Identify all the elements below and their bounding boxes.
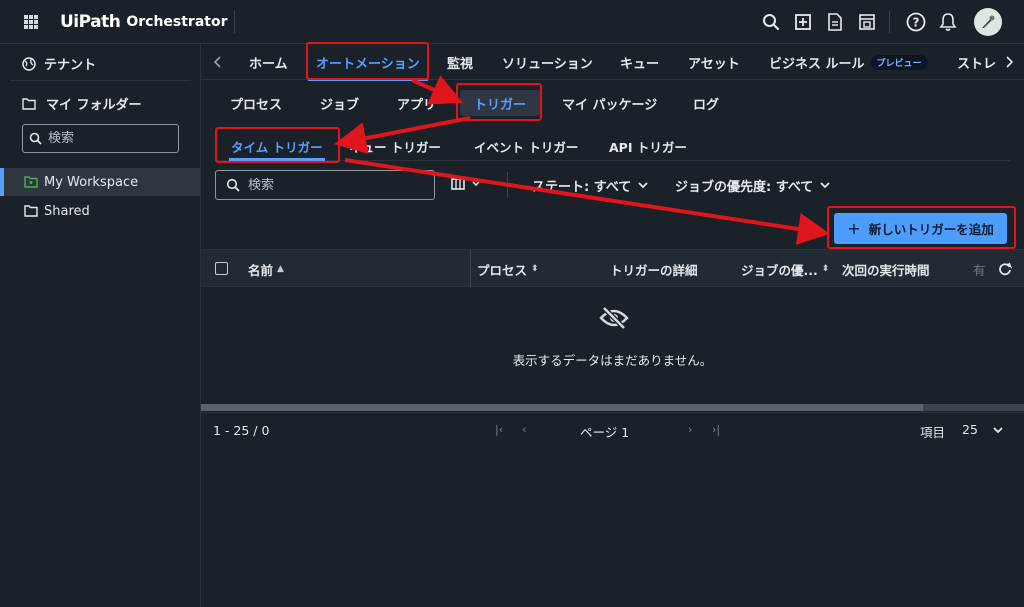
pagination: 1 - 25 / 0 |‹ ‹ ページ 1 › ›| 項目 25 bbox=[201, 412, 1024, 448]
top-bar: UiPath Orchestrator ? bbox=[0, 0, 1024, 44]
divider bbox=[234, 11, 235, 33]
my-folder-label: マイ フォルダー bbox=[46, 98, 142, 113]
tenant-label: テナント bbox=[44, 58, 97, 73]
document-icon[interactable] bbox=[821, 8, 849, 36]
plus-icon: + bbox=[847, 219, 861, 238]
state-filter[interactable]: ステート: すべて bbox=[532, 174, 649, 196]
columns-icon bbox=[451, 178, 465, 190]
divider bbox=[889, 11, 890, 33]
chevron-down-icon bbox=[820, 182, 830, 189]
column-enabled[interactable]: 有 bbox=[973, 250, 986, 288]
sidebar-item-label: My Workspace bbox=[44, 174, 139, 190]
tab-business-rules[interactable]: ビジネス ルール プレビュー bbox=[769, 44, 928, 80]
product-name: Orchestrator bbox=[126, 14, 228, 30]
next-page-icon[interactable]: › bbox=[688, 423, 692, 436]
add-box-icon[interactable] bbox=[789, 8, 817, 36]
prev-page-icon[interactable]: ‹ bbox=[522, 423, 526, 436]
uipath-logo: UiPath bbox=[60, 12, 121, 32]
chevron-left-icon[interactable] bbox=[211, 54, 225, 70]
sort-icon: ⬍ bbox=[531, 264, 539, 274]
preview-badge: プレビュー bbox=[870, 54, 928, 70]
table-header: 名前 ▲ プロセス ⬍ トリガーの詳細 ジョブの優... ⬍ 次回の実行時間 有 bbox=[201, 249, 1024, 288]
add-trigger-button[interactable]: + 新しいトリガーを追加 bbox=[834, 213, 1007, 244]
search-icon[interactable] bbox=[757, 8, 785, 36]
folder-icon bbox=[22, 97, 36, 110]
app-launcher-icon[interactable] bbox=[24, 15, 38, 29]
column-toggle[interactable] bbox=[451, 177, 481, 191]
column-resizer[interactable] bbox=[470, 250, 471, 288]
bell-icon[interactable] bbox=[934, 8, 962, 36]
tenant-link[interactable]: テナント bbox=[22, 54, 96, 73]
tab-queue-triggers[interactable]: キュー トリガー bbox=[349, 133, 441, 159]
window-icon[interactable] bbox=[853, 8, 881, 36]
search-icon bbox=[29, 132, 42, 145]
divider bbox=[507, 172, 508, 198]
subtab-jobs[interactable]: ジョブ bbox=[320, 90, 359, 116]
priority-filter[interactable]: ジョブの優先度: すべて bbox=[675, 174, 831, 196]
sidebar-item-shared[interactable]: Shared bbox=[0, 197, 200, 225]
tab-automation[interactable]: オートメーション bbox=[308, 44, 428, 81]
globe-icon bbox=[22, 56, 36, 71]
items-per-page-select[interactable]: 25 bbox=[962, 422, 1004, 437]
chevron-right-icon[interactable] bbox=[1002, 54, 1016, 70]
select-all-checkbox[interactable] bbox=[215, 262, 228, 275]
refresh-icon[interactable] bbox=[998, 262, 1012, 276]
scrollbar-thumb[interactable] bbox=[201, 404, 923, 411]
tab-time-triggers[interactable]: タイム トリガー bbox=[229, 133, 325, 161]
chevron-down-icon bbox=[993, 426, 1003, 433]
subtab-triggers[interactable]: トリガー bbox=[460, 90, 541, 116]
trigger-search[interactable] bbox=[215, 170, 435, 200]
sort-asc-icon: ▲ bbox=[277, 264, 284, 274]
main-nav: ホーム オートメーション 監視 ソリューション キュー アセット ビジネス ルー… bbox=[201, 44, 1024, 81]
items-per-page-label: 項目 bbox=[920, 425, 946, 440]
column-next-run[interactable]: 次回の実行時間 bbox=[842, 250, 930, 288]
sort-icon: ⬍ bbox=[821, 264, 830, 274]
subtab-logs[interactable]: ログ bbox=[693, 90, 719, 116]
chevron-down-icon bbox=[472, 181, 480, 187]
eye-off-icon bbox=[599, 306, 629, 330]
pagination-range: 1 - 25 / 0 bbox=[213, 423, 270, 438]
divider bbox=[10, 80, 191, 81]
svg-text:?: ? bbox=[913, 16, 920, 30]
last-page-icon[interactable]: ›| bbox=[712, 423, 720, 436]
folder-search[interactable] bbox=[22, 124, 179, 153]
my-folder-link[interactable]: マイ フォルダー bbox=[22, 94, 142, 113]
folder-sidebar: テナント マイ フォルダー My Workspace Shared bbox=[0, 44, 201, 607]
sidebar-item-my-workspace[interactable]: My Workspace bbox=[0, 168, 200, 196]
avatar[interactable] bbox=[974, 8, 1002, 36]
column-name[interactable]: 名前 ▲ bbox=[248, 250, 284, 288]
subtab-my-packages[interactable]: マイ パッケージ bbox=[562, 90, 657, 116]
column-job-priority[interactable]: ジョブの優... ⬍ bbox=[741, 250, 829, 288]
trigger-tabs-underline bbox=[215, 160, 1010, 161]
main-content: ホーム オートメーション 監視 ソリューション キュー アセット ビジネス ルー… bbox=[201, 44, 1024, 607]
subtab-processes[interactable]: プロセス bbox=[230, 90, 282, 116]
tab-assets[interactable]: アセット bbox=[688, 44, 740, 80]
horizontal-scrollbar[interactable] bbox=[201, 404, 1024, 411]
sidebar-item-label: Shared bbox=[44, 203, 90, 219]
brand[interactable]: UiPath Orchestrator bbox=[60, 10, 228, 34]
column-trigger-details[interactable]: トリガーの詳細 bbox=[610, 250, 698, 288]
help-icon[interactable]: ? bbox=[902, 8, 930, 36]
tab-queues[interactable]: キュー bbox=[620, 44, 659, 80]
page-indicator: ページ 1 bbox=[580, 425, 630, 440]
tab-home[interactable]: ホーム bbox=[249, 44, 288, 80]
column-process[interactable]: プロセス ⬍ bbox=[477, 250, 539, 288]
tab-event-triggers[interactable]: イベント トリガー bbox=[474, 133, 578, 159]
tab-api-triggers[interactable]: API トリガー bbox=[609, 133, 687, 159]
tab-storage[interactable]: ストレ bbox=[957, 44, 996, 80]
folder-search-input[interactable] bbox=[48, 131, 168, 146]
search-icon bbox=[226, 178, 240, 192]
tab-monitoring[interactable]: 監視 bbox=[447, 44, 473, 80]
chevron-down-icon bbox=[638, 182, 648, 189]
tab-solutions[interactable]: ソリューション bbox=[502, 44, 593, 80]
trigger-search-input[interactable] bbox=[248, 177, 418, 193]
header-actions: ? bbox=[753, 8, 1002, 36]
first-page-icon[interactable]: |‹ bbox=[495, 423, 503, 436]
subtab-apps[interactable]: アプリ bbox=[397, 90, 436, 116]
folder-icon bbox=[24, 205, 38, 217]
empty-state-message: 表示するデータはまだありません。 bbox=[512, 353, 713, 368]
folder-user-icon bbox=[24, 176, 38, 188]
